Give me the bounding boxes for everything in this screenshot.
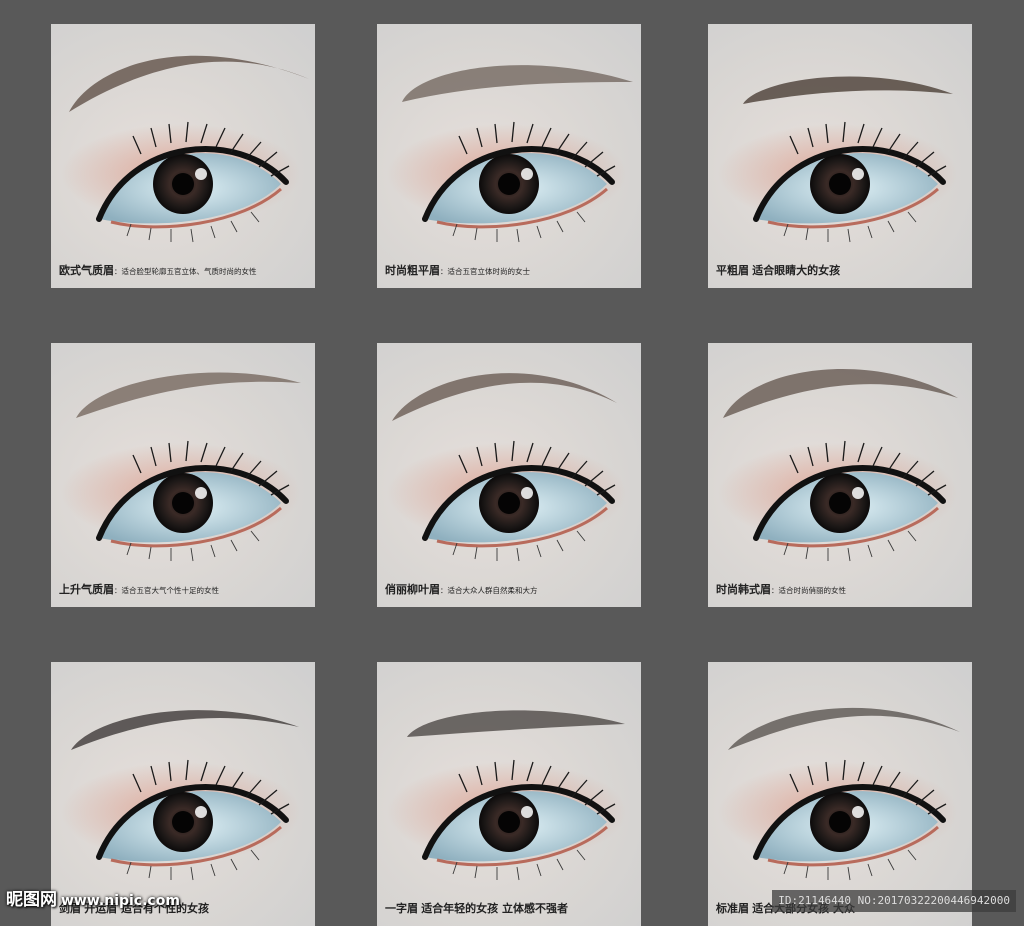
eye-illustration <box>377 710 641 926</box>
caption: 欧式气质眉：适合脸型轮廓五官立体、气质时尚的女性 <box>59 264 257 277</box>
eyebrow-card-6: 时尚韩式眉：适合时尚俏丽的女性 <box>708 343 972 607</box>
eyebrow-card-5: 俏丽柳叶眉：适合大众人群自然柔和大方 <box>377 343 641 607</box>
eye-illustration <box>708 76 972 288</box>
eye-illustration <box>51 55 309 288</box>
eyebrow <box>728 707 960 750</box>
eye-illustration <box>708 369 972 607</box>
eyebrow <box>69 55 309 112</box>
eyebrow-card-3: 平粗眉 适合眼睛大的女孩 <box>708 24 972 288</box>
caption: 时尚粗平眉：适合五官立体时尚的女士 <box>385 264 530 277</box>
eyebrow-card-9: 标准眉 适合大部分女孩 大众 <box>708 662 972 926</box>
site-name: 昵图网 <box>6 890 57 910</box>
eyebrow <box>402 65 633 102</box>
caption: 俏丽柳叶眉：适合大众人群自然柔和大方 <box>385 583 538 596</box>
eyebrow-card-8: 一字眉 适合年轻的女孩 立体感不强者 <box>377 662 641 926</box>
caption: 一字眉 适合年轻的女孩 立体感不强者 <box>385 902 569 915</box>
eyebrow <box>723 369 958 418</box>
eye-illustration <box>51 372 315 607</box>
eye-illustration <box>377 373 641 607</box>
eye-illustration <box>708 707 972 926</box>
eyebrow-card-1: 欧式气质眉：适合脸型轮廓五官立体、气质时尚的女性 <box>51 24 315 288</box>
watermark-logo: 昵图网 www.nipic.com <box>6 885 180 910</box>
eyebrow-card-4: 上升气质眉：适合五官大气个性十足的女性 <box>51 343 315 607</box>
site-url: www.nipic.com <box>61 893 180 909</box>
eyebrow <box>76 372 301 418</box>
image-id-label: ID:21146440 NO:20170322200446942000 <box>772 890 1016 912</box>
eyebrow <box>743 76 953 104</box>
eyebrow <box>407 710 625 737</box>
eye-illustration <box>377 65 633 288</box>
caption: 平粗眉 适合眼睛大的女孩 <box>716 264 841 277</box>
caption: 上升气质眉：适合五官大气个性十足的女性 <box>59 583 219 596</box>
eyebrow-card-2: 时尚粗平眉：适合五官立体时尚的女士 <box>377 24 641 288</box>
eyebrow <box>392 373 617 421</box>
caption: 时尚韩式眉：适合时尚俏丽的女性 <box>716 583 846 596</box>
eyebrow <box>71 710 299 750</box>
